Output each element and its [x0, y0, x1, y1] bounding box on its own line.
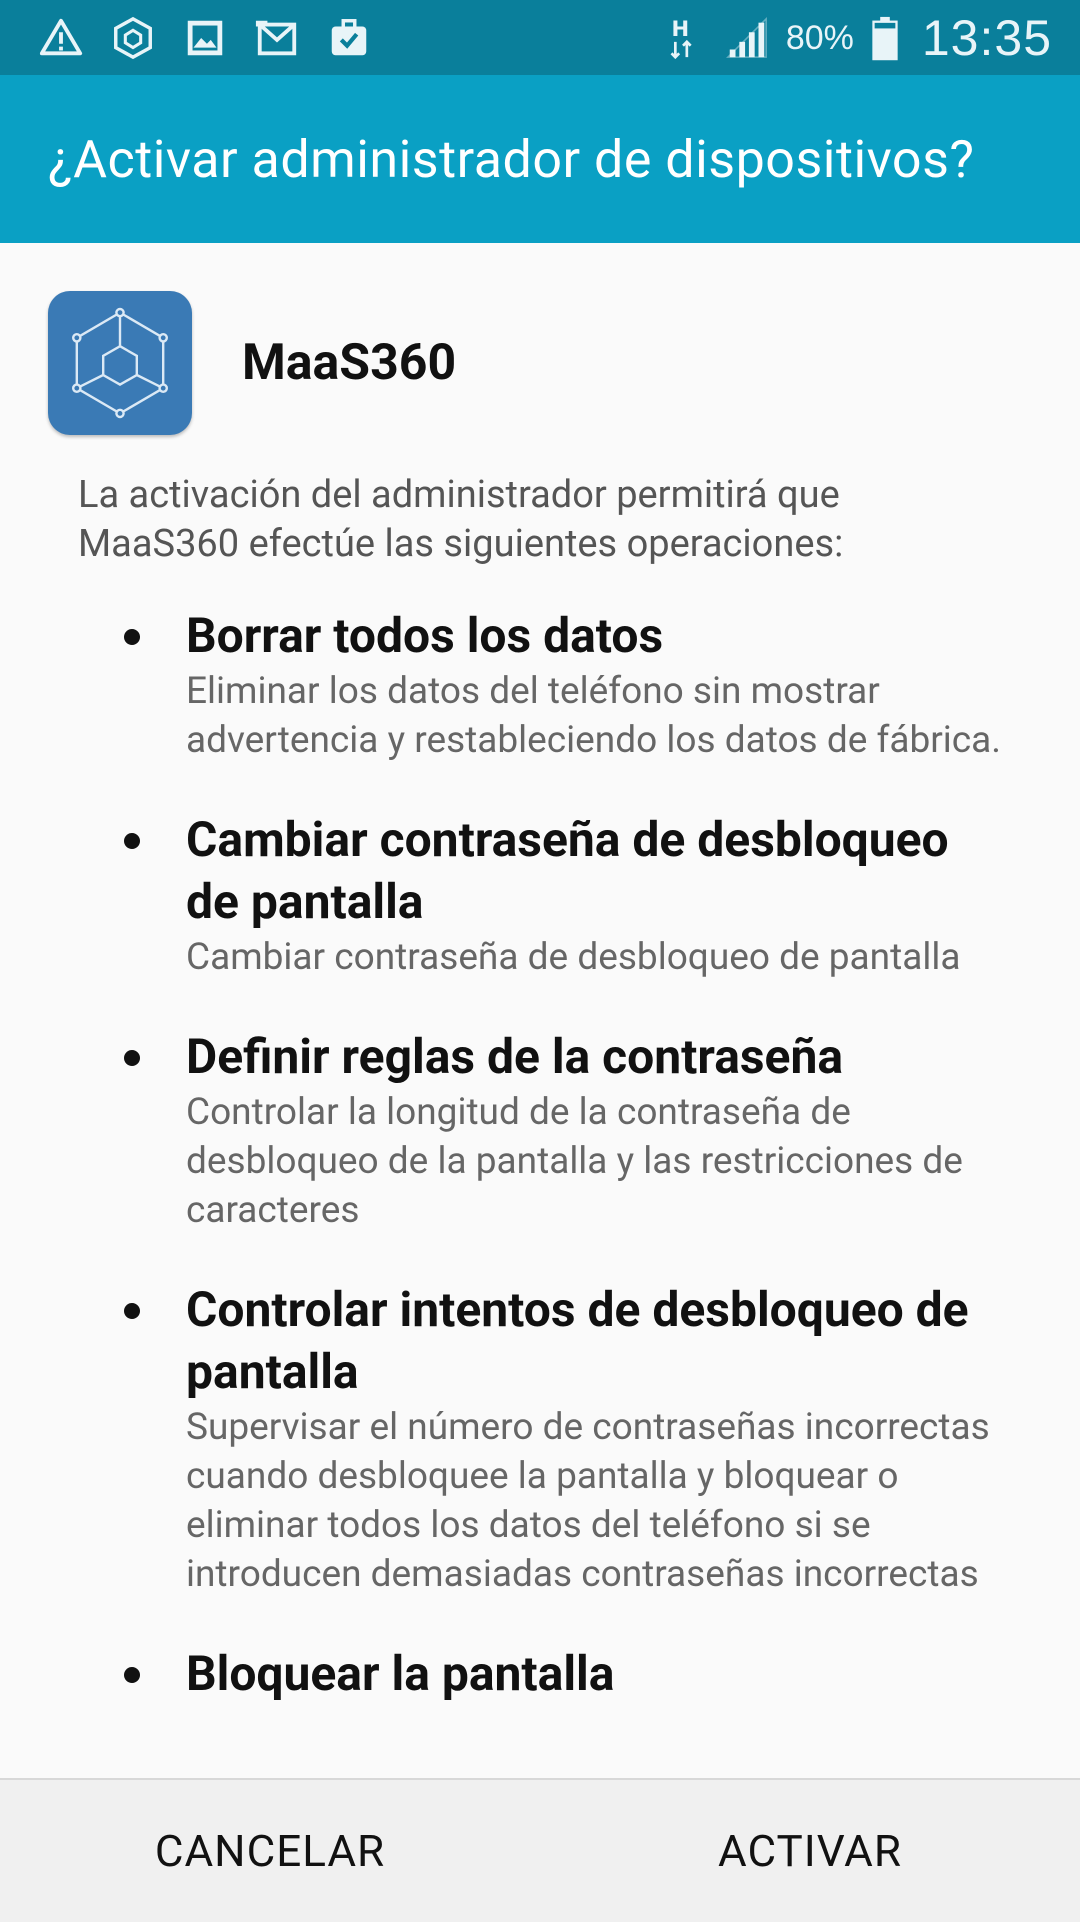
signal-icon: [722, 13, 772, 63]
permission-title: Borrar todos los datos: [186, 607, 664, 664]
permission-description: Cambiar contraseña de desbloqueo de pant…: [186, 936, 961, 979]
maas360-cube-icon: [48, 291, 192, 435]
list-item: Borrar todos los datos Eliminar los dato…: [0, 605, 1080, 765]
battery-icon: [868, 13, 902, 63]
briefcase-check-icon: [324, 13, 374, 63]
battery-percent: 80%: [785, 18, 854, 57]
device-admin-content[interactable]: MaaS360 La activación del administrador …: [0, 243, 1080, 1778]
app-name: MaaS360: [242, 334, 457, 392]
permission-title: Cambiar contraseña de desbloqueo de pant…: [186, 811, 949, 930]
list-item: Controlar intentos de desbloqueo de pant…: [0, 1279, 1080, 1599]
app-header: MaaS360: [48, 291, 456, 435]
cancel-button[interactable]: CANCELAR: [0, 1780, 540, 1922]
email-icon: [252, 13, 302, 63]
bullet-icon: [124, 1050, 140, 1066]
status-bar: H 80% 13:35: [0, 0, 1080, 75]
system-status: H 80% 13:35: [658, 6, 1052, 70]
list-item: Cambiar contraseña de desbloqueo de pant…: [0, 809, 1080, 982]
warning-icon: [36, 13, 86, 63]
bullet-icon: [124, 1667, 140, 1683]
bullet-icon: [124, 833, 140, 849]
page-title: ¿Activar administrador de dispositivos?: [48, 128, 975, 190]
button-bar: CANCELAR ACTIVAR: [0, 1778, 1080, 1922]
network-type-icon: H: [658, 13, 708, 63]
notification-icons: [36, 10, 374, 66]
intro-text: La activación del administrador permitir…: [78, 473, 844, 566]
activate-button[interactable]: ACTIVAR: [540, 1780, 1080, 1922]
permission-title: Definir reglas de la contraseña: [186, 1028, 844, 1085]
bullet-icon: [124, 629, 140, 645]
title-bar: ¿Activar administrador de dispositivos?: [0, 75, 1080, 243]
list-item: Definir reglas de la contraseña Controla…: [0, 1026, 1080, 1235]
maas360-notification-icon: [108, 13, 158, 63]
permission-list: Borrar todos los datos Eliminar los dato…: [0, 605, 1080, 1749]
svg-text:H: H: [671, 16, 689, 41]
clock: 13:35: [921, 10, 1052, 66]
gallery-icon: [180, 13, 230, 63]
permission-title: Bloquear la pantalla: [186, 1645, 615, 1702]
permission-description: Eliminar los datos del teléfono sin most…: [186, 670, 1002, 762]
permission-title: Controlar intentos de desbloqueo de pant…: [186, 1281, 969, 1400]
bullet-icon: [124, 1303, 140, 1319]
list-item: Bloquear la pantalla: [0, 1643, 1080, 1705]
permission-description: Controlar la longitud de la contraseña d…: [186, 1091, 963, 1232]
permission-description: Supervisar el número de contraseñas inco…: [186, 1406, 990, 1596]
